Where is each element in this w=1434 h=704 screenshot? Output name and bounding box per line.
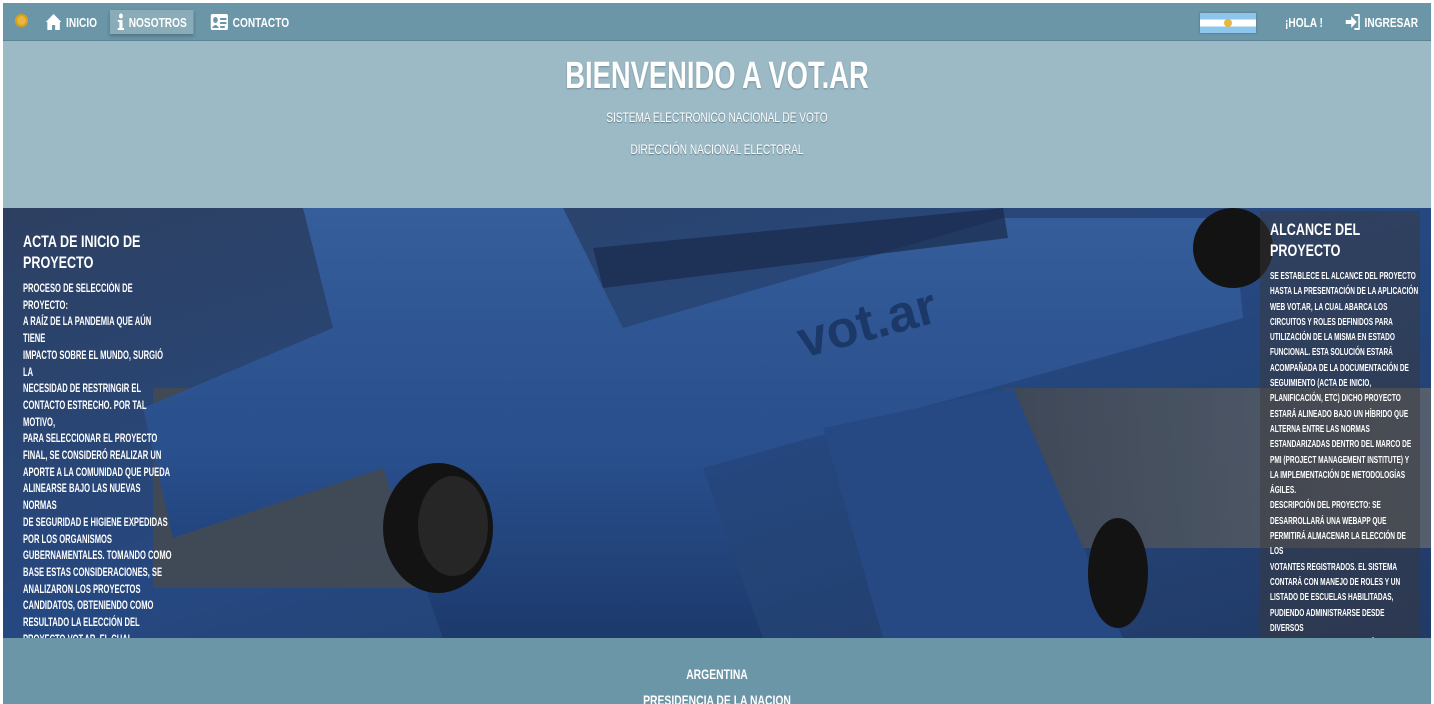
project-scope-panel: ALCANCE DEL PROYECTO SE ESTABLECE EL ALC… bbox=[1260, 211, 1420, 695]
page: INICIO NOSOTROS CONTACTO ¡HOLA ! INGRESA… bbox=[3, 3, 1431, 704]
nav-contacto-label: CONTACTO bbox=[232, 14, 290, 30]
project-charter-panel: ACTA DE INICIO DE PROYECTO PROCESO DE SE… bbox=[23, 231, 173, 699]
login-label: INGRESAR bbox=[1364, 14, 1419, 30]
greeting-text: ¡HOLA ! bbox=[1285, 14, 1323, 30]
argentina-flag-icon bbox=[1200, 13, 1256, 33]
hero-subtitle-system: SISTEMA ELECTRONICO NACIONAL DE VOTO bbox=[606, 109, 828, 125]
greeting: ¡HOLA ! bbox=[1285, 10, 1323, 34]
footer-country: ARGENTINA bbox=[686, 666, 748, 682]
project-charter-title: ACTA DE INICIO DE PROYECTO bbox=[23, 232, 141, 272]
project-scope-body: SE ESTABLECE EL ALCANCE DEL PROYECTO HAS… bbox=[1270, 270, 1419, 695]
nav-contacto[interactable]: CONTACTO bbox=[210, 10, 289, 34]
nav-nosotros[interactable]: NOSOTROS bbox=[110, 10, 194, 34]
footer-presidency: PRESIDENCIA DE LA NACION bbox=[643, 692, 791, 704]
nav-inicio-label: INICIO bbox=[66, 14, 98, 30]
login-button[interactable]: INGRESAR bbox=[1345, 10, 1418, 34]
home-icon bbox=[45, 14, 62, 30]
project-scope-title: ALCANCE DEL PROYECTO bbox=[1270, 220, 1360, 260]
footer: ARGENTINA PRESIDENCIA DE LA NACION bbox=[3, 638, 1431, 704]
project-charter-body: PROCESO DE SELECCIÓN DE PROYECTO: A RAÍZ… bbox=[23, 283, 172, 696]
hero-title: BIENVENIDO A VOT.AR bbox=[565, 55, 869, 97]
sun-logo-icon[interactable] bbox=[15, 14, 28, 27]
contact-card-icon bbox=[210, 14, 228, 30]
top-navbar: INICIO NOSOTROS CONTACTO ¡HOLA ! INGRESA… bbox=[3, 3, 1431, 41]
nav-inicio[interactable]: INICIO bbox=[45, 10, 97, 34]
ballot-box-banner-image: vot.ar bbox=[3, 208, 1431, 638]
nav-nosotros-label: NOSOTROS bbox=[128, 14, 187, 30]
sign-in-icon bbox=[1345, 14, 1360, 30]
info-icon bbox=[117, 13, 125, 30]
hero-subtitle-direction: DIRECCIÓN NACIONAL ELECTORAL bbox=[630, 141, 804, 157]
ballot-box-illustration: vot.ar bbox=[3, 208, 1431, 638]
